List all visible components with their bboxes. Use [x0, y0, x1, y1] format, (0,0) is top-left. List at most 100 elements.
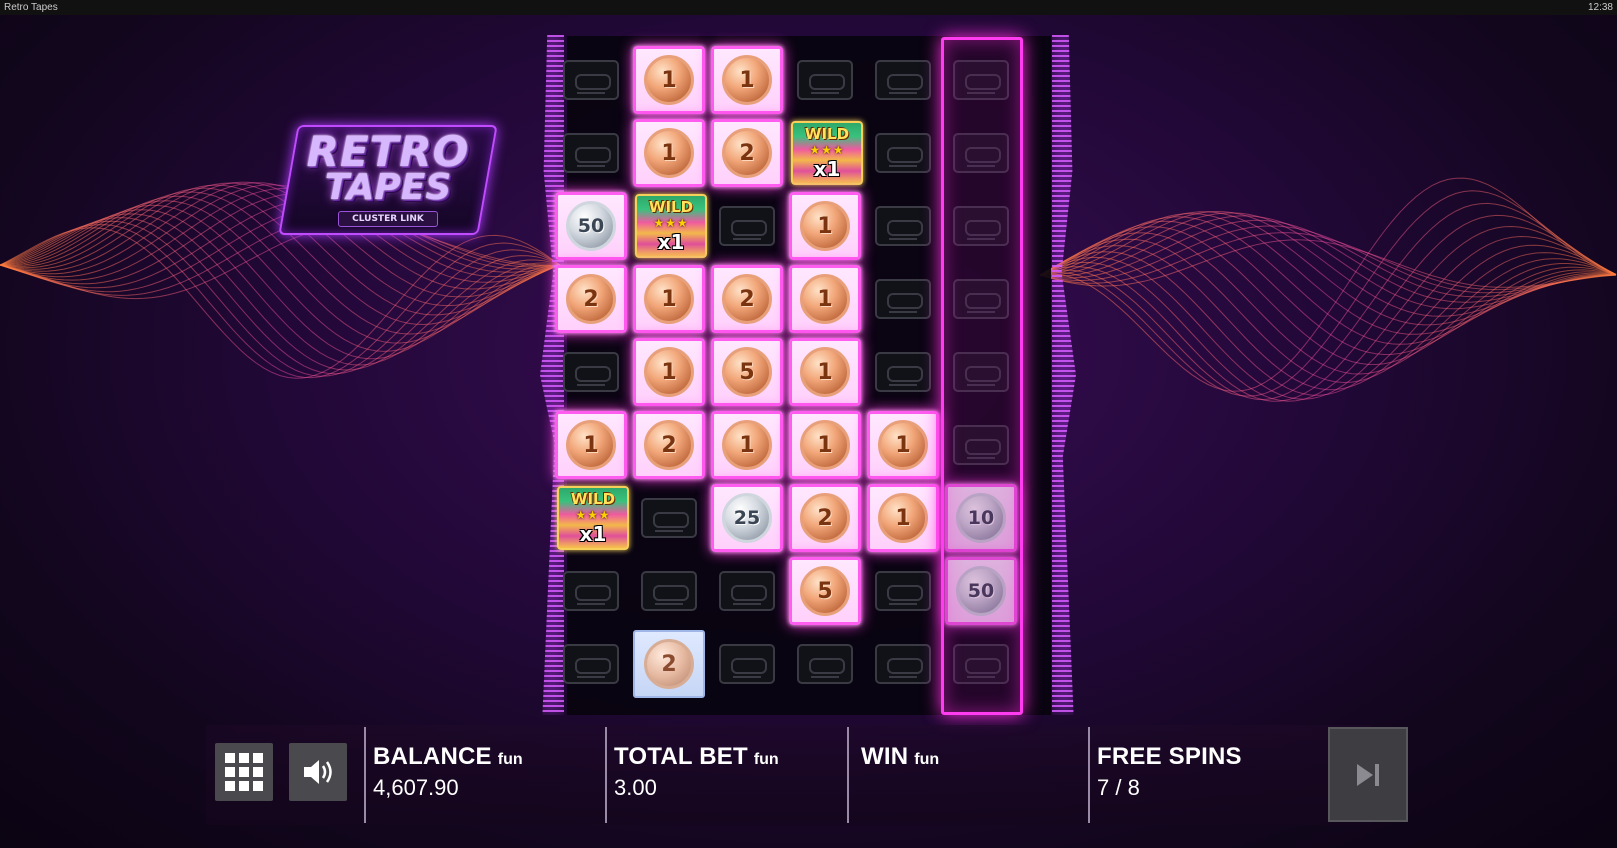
- coin-cell: 5: [789, 557, 861, 625]
- coin-cell: 1: [711, 46, 783, 114]
- cassette-cell: [555, 338, 627, 406]
- copper-coin-symbol: 5: [800, 566, 850, 616]
- coin-cell: 50: [555, 192, 627, 260]
- cassette-icon: [875, 644, 931, 684]
- cassette-cell: [945, 630, 1017, 698]
- speaker-icon: [304, 760, 332, 784]
- copper-coin-symbol: 1: [722, 55, 772, 105]
- window-clock: 12:38: [1587, 2, 1613, 13]
- wave-line: [1039, 244, 1617, 396]
- copper-coin-symbol: 1: [644, 274, 694, 324]
- coin-cell: 1: [789, 338, 861, 406]
- cassette-cell: [867, 265, 939, 333]
- cassette-icon: [953, 279, 1009, 319]
- cassette-icon: [563, 60, 619, 100]
- balance-unit: fun: [497, 751, 523, 768]
- coin-cell: 1: [555, 411, 627, 479]
- wild-symbol-cell: WILD ★★★ x1: [789, 119, 863, 187]
- grid-menu-icon: [225, 753, 263, 791]
- coin-cell: 1: [789, 192, 861, 260]
- cassette-cell: [867, 119, 939, 187]
- retro-tapes-logo: RETRO TAPES CLUSTER LINK: [268, 105, 508, 255]
- copper-coin-symbol: 1: [800, 201, 850, 251]
- total-bet-value: 3.00: [614, 775, 657, 800]
- free-spins-label: FREE SPINS: [1097, 743, 1242, 770]
- cassette-cell: [945, 46, 1017, 114]
- wild-symbol-cell: WILD ★★★ x1: [555, 484, 629, 552]
- coin-cell: 2: [711, 119, 783, 187]
- cassette-icon: [875, 60, 931, 100]
- coin-cell: 2: [789, 484, 861, 552]
- cassette-cell: [555, 119, 627, 187]
- cassette-cell: [867, 192, 939, 260]
- cassette-cell: [945, 192, 1017, 260]
- divider: [1088, 727, 1090, 823]
- coin-cell: 1: [789, 265, 861, 333]
- copper-coin-symbol: 2: [722, 274, 772, 324]
- copper-coin-symbol: 1: [644, 128, 694, 178]
- coin-cell: 5: [711, 338, 783, 406]
- win-unit: fun: [914, 751, 940, 768]
- coin-cell: 1: [633, 338, 705, 406]
- logo-line2: TAPES: [324, 167, 452, 208]
- coin-cell: 1: [633, 265, 705, 333]
- wild-label: WILD: [570, 490, 616, 508]
- wild-symbol: WILD ★★★ x1: [791, 121, 863, 185]
- wild-label: WILD: [648, 198, 694, 216]
- total-bet-unit: fun: [753, 751, 779, 768]
- skip-button[interactable]: [1328, 727, 1408, 822]
- reel-grid: 1 1 1 2 WILD ★★★ x1 50 WILD ★★★ x1 1 2 1 2 1 1 5 1 1 2 1 1 1 WIL…: [555, 36, 1051, 715]
- coin-cell: 2: [633, 411, 705, 479]
- coin-cell: 1: [711, 411, 783, 479]
- copper-coin-symbol: 1: [644, 347, 694, 397]
- logo-badge: CLUSTER LINK: [338, 211, 438, 227]
- wave-line: [1039, 202, 1617, 401]
- cassette-cell: [945, 411, 1017, 479]
- coin-cell: 1: [789, 411, 861, 479]
- game-stage: RETRO TAPES CLUSTER LINK 1 1 1 2 WILD ★★★ x1 50…: [0, 15, 1617, 848]
- wave-line: [1039, 214, 1617, 402]
- win-block: WIN fun: [861, 743, 939, 775]
- copper-coin-symbol: 1: [800, 347, 850, 397]
- cassette-icon: [875, 279, 931, 319]
- menu-button[interactable]: [215, 743, 273, 801]
- cassette-icon: [719, 206, 775, 246]
- sound-button[interactable]: [289, 743, 347, 801]
- cassette-cell: [867, 557, 939, 625]
- coin-cell-dim: 2: [633, 630, 705, 698]
- coin-cell: 2: [555, 265, 627, 333]
- silver-coin-symbol: 10: [956, 493, 1006, 543]
- cassette-icon: [563, 571, 619, 611]
- cassette-cell: [555, 46, 627, 114]
- cassette-icon: [563, 133, 619, 173]
- wild-label: WILD: [804, 125, 850, 143]
- copper-coin-symbol: 1: [800, 274, 850, 324]
- cassette-cell: [789, 46, 861, 114]
- copper-coin-symbol: 5: [722, 347, 772, 397]
- free-spins-value: 7 / 8: [1097, 775, 1140, 800]
- cassette-icon: [953, 206, 1009, 246]
- wave-line: [1039, 212, 1617, 310]
- cassette-cell: [555, 557, 627, 625]
- balance-block: BALANCE fun 4,607.90: [373, 743, 523, 801]
- window-title: Retro Tapes: [4, 2, 58, 13]
- coin-cell: 50: [945, 557, 1017, 625]
- total-bet-block: TOTAL BET fun 3.00: [614, 743, 779, 801]
- cassette-icon: [563, 644, 619, 684]
- cassette-cell: [711, 630, 783, 698]
- divider: [847, 727, 849, 823]
- cassette-icon: [953, 60, 1009, 100]
- balance-value: 4,607.90: [373, 775, 459, 800]
- cassette-cell: [945, 119, 1017, 187]
- coin-symbol: 2: [644, 639, 694, 689]
- wild-stars-icon: ★★★: [653, 216, 689, 230]
- win-label: WIN: [861, 743, 909, 770]
- cassette-icon: [563, 352, 619, 392]
- copper-coin-symbol: 1: [722, 420, 772, 470]
- coin-cell: 2: [711, 265, 783, 333]
- silver-coin-symbol: 50: [566, 201, 616, 251]
- wave-line: [1039, 220, 1617, 356]
- divider: [605, 727, 607, 823]
- copper-coin-symbol: 2: [644, 420, 694, 470]
- wild-multiplier: x1: [813, 157, 841, 181]
